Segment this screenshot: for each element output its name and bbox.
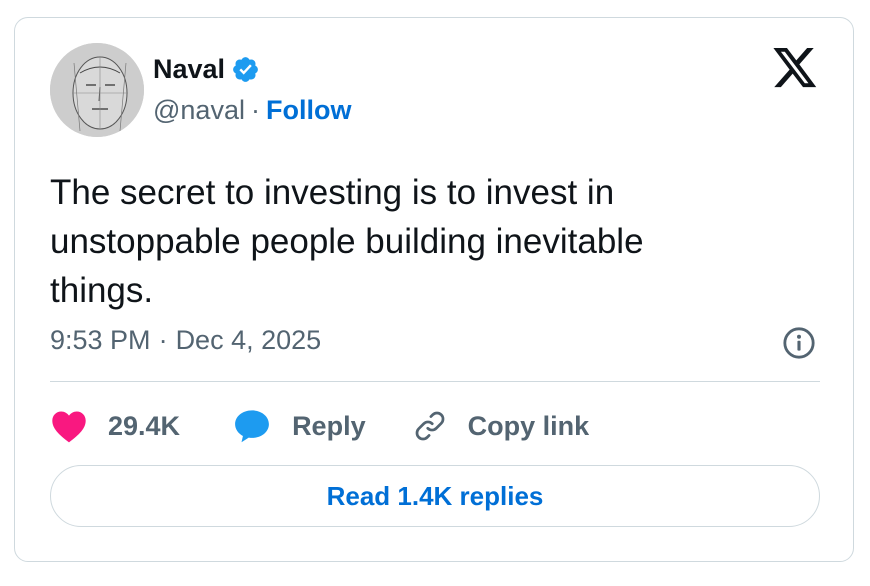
copy-link-button[interactable]: Copy link (412, 408, 590, 444)
divider (50, 381, 820, 382)
handle-separator: · (250, 95, 260, 125)
like-button[interactable]: 29.4K (50, 409, 180, 443)
tweet-timestamp[interactable]: 9:53 PM · Dec 4, 2025 (50, 327, 321, 354)
author-handle[interactable]: @naval (153, 97, 245, 124)
tweet-time: 9:53 PM (50, 325, 151, 355)
reply-bubble-icon (235, 410, 269, 443)
reply-button[interactable]: Reply (233, 408, 366, 444)
avatar-sketch-image (50, 43, 144, 137)
avatar[interactable] (50, 43, 144, 137)
follow-link[interactable]: Follow (266, 97, 351, 124)
x-logo-icon[interactable] (773, 48, 818, 89)
author-name-row: Naval (153, 55, 260, 84)
tweet-text: The secret to investing is to invest in … (50, 173, 644, 310)
read-replies-button[interactable]: Read 1.4K replies (50, 465, 820, 527)
author-name[interactable]: Naval (153, 56, 225, 83)
tweet-embed-card: Naval @naval · Follow The secret to inve… (14, 17, 854, 562)
heart-icon (52, 411, 86, 443)
tweet-date: Dec 4, 2025 (175, 325, 322, 355)
action-bar: 29.4K Reply Copy link (50, 406, 589, 446)
info-icon[interactable] (782, 326, 816, 360)
link-icon (415, 411, 444, 441)
reply-label: Reply (292, 410, 366, 441)
timestamp-separator: · (158, 325, 168, 355)
author-handle-row: @naval · Follow (153, 97, 351, 124)
verified-badge-icon (233, 57, 258, 82)
like-count: 29.4K (108, 410, 181, 441)
copy-link-label: Copy link (467, 410, 590, 441)
